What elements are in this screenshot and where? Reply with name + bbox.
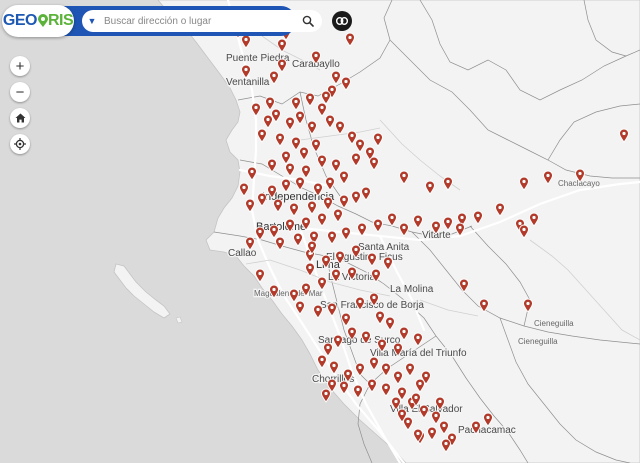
map-canvas[interactable]: Puente Piedra Carabayllo Ventanilla Inde… bbox=[0, 0, 640, 463]
place-label: Pachacamac bbox=[458, 425, 516, 436]
search-button[interactable] bbox=[300, 13, 316, 29]
minus-icon: − bbox=[15, 83, 25, 101]
search-input[interactable] bbox=[102, 14, 286, 28]
search-icon bbox=[302, 15, 314, 27]
crosshair-icon bbox=[14, 138, 26, 150]
zoom-in-button[interactable]: + bbox=[10, 56, 30, 76]
place-label: Cieneguilla bbox=[518, 337, 558, 346]
locate-button[interactable] bbox=[10, 134, 30, 154]
search-bar-container: ▼ bbox=[60, 6, 352, 36]
logo-text-part1: GEO bbox=[2, 12, 38, 29]
place-label: Villa María del Triunfo bbox=[370, 348, 467, 359]
logo-text-part2: RIS bbox=[47, 12, 74, 29]
share-link-button[interactable] bbox=[332, 11, 352, 31]
top-bar: GEO RIS ▼ bbox=[0, 5, 352, 37]
georis-logo[interactable]: GEO RIS bbox=[2, 5, 74, 37]
search-box: ▼ bbox=[82, 10, 322, 32]
link-icon bbox=[336, 17, 348, 25]
plus-icon: + bbox=[15, 57, 25, 75]
place-label: Magdalena del Mar bbox=[254, 289, 323, 298]
place-label: Cieneguilla bbox=[534, 319, 574, 328]
zoom-out-button[interactable]: − bbox=[10, 82, 30, 102]
place-label: La Molina bbox=[390, 284, 434, 295]
home-icon bbox=[15, 113, 25, 123]
map-svg[interactable]: Puente Piedra Carabayllo Ventanilla Inde… bbox=[0, 0, 640, 463]
place-label: Callao bbox=[228, 248, 257, 259]
home-button[interactable] bbox=[10, 108, 30, 128]
place-label: Ventanilla bbox=[226, 77, 270, 88]
logo-pin-icon bbox=[37, 13, 48, 27]
dropdown-chevron-icon[interactable]: ▼ bbox=[82, 10, 102, 32]
